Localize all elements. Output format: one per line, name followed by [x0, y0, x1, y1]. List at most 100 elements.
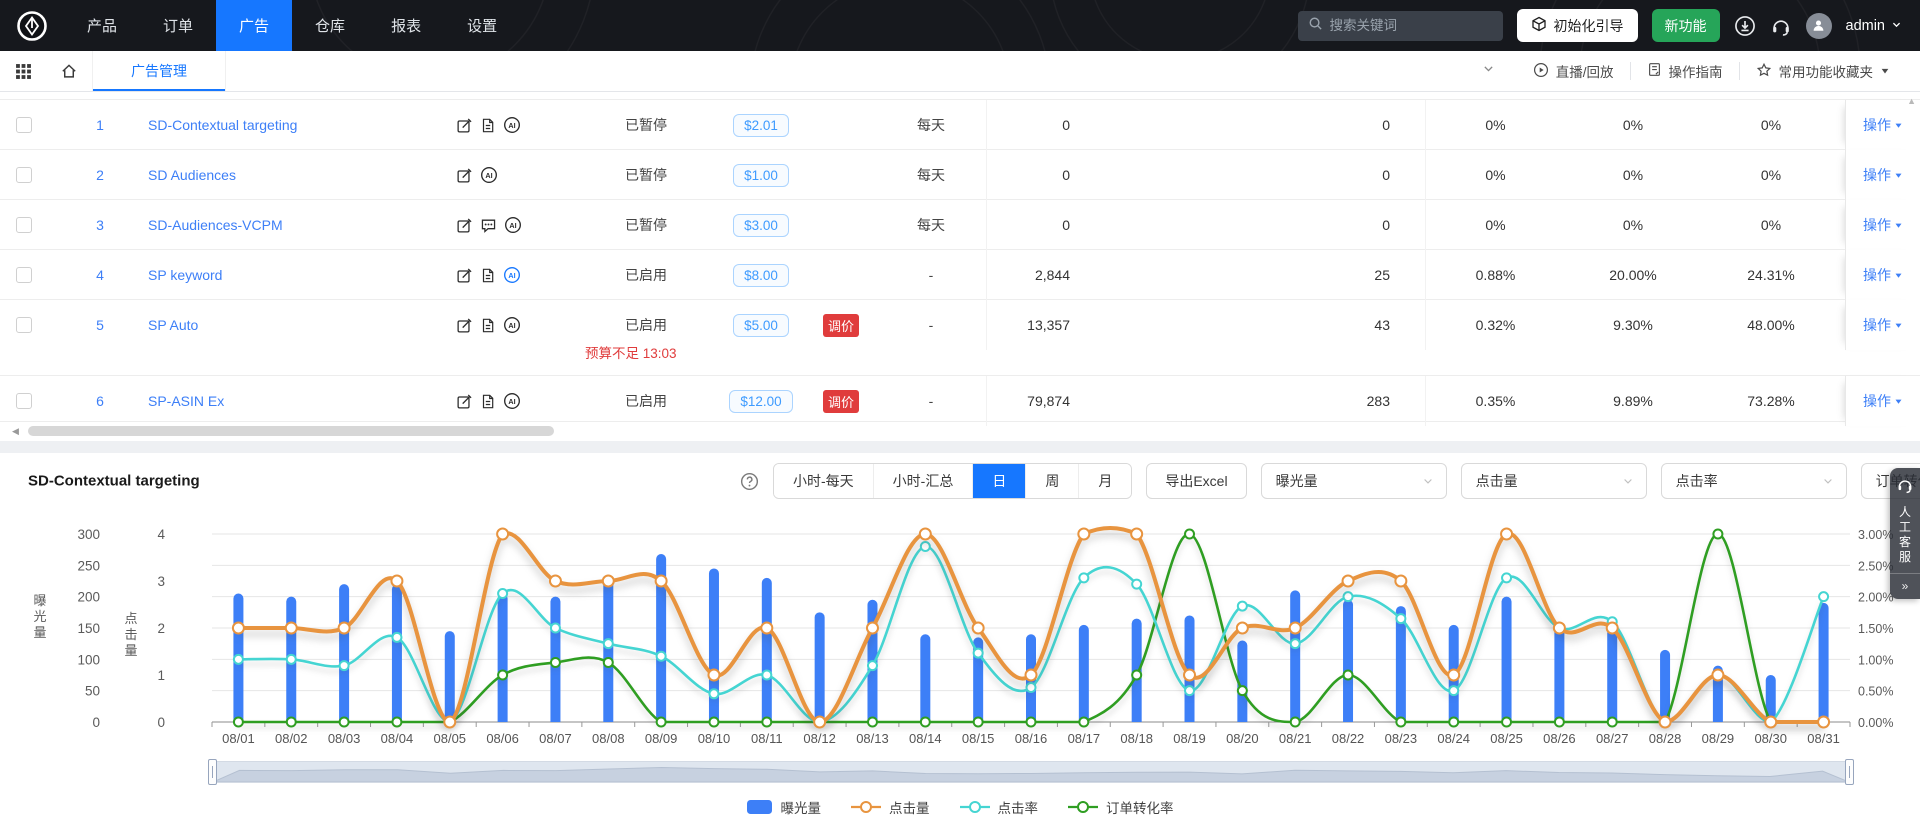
row-number[interactable]: 6 — [64, 376, 136, 426]
favorites-link[interactable]: 常用功能收藏夹 — [1740, 61, 1907, 81]
datazoom-slider[interactable] — [208, 759, 1854, 785]
edit-icon[interactable] — [456, 317, 473, 334]
metric-select-3[interactable]: 点击率 — [1660, 463, 1847, 499]
global-search[interactable] — [1297, 10, 1503, 41]
legend-item-2[interactable]: 点击率 — [959, 797, 1038, 817]
campaign-name-link[interactable]: SD Audiences — [136, 150, 456, 200]
metric-select-2[interactable]: 点击量 — [1460, 463, 1647, 499]
datazoom-right-handle[interactable] — [1845, 759, 1854, 785]
headset-icon[interactable] — [1770, 15, 1792, 37]
expand-icon[interactable]: » — [1890, 573, 1920, 593]
row-checkbox[interactable] — [16, 167, 32, 183]
collapse-chevron-icon[interactable] — [1476, 62, 1517, 80]
campaign-name-link[interactable]: SP keyword — [136, 250, 456, 300]
home-icon[interactable] — [46, 51, 92, 91]
campaign-name-link[interactable]: SD-Audiences-VCPM — [136, 200, 456, 250]
table-row: 3 SD-Audiences-VCPM AI 已暂停 $3.00 每天 0 0 … — [0, 200, 1920, 250]
table-row: 4 SP keyword AI 已启用 $8.00 - 2,844 25 0.8… — [0, 250, 1920, 300]
bid-price-button[interactable]: $2.01 — [733, 113, 789, 137]
campaign-name-link[interactable]: SP Auto — [136, 300, 456, 350]
campaign-name-link[interactable]: SP-ASIN Ex — [136, 376, 456, 426]
bid-price-button[interactable]: $3.00 — [733, 213, 789, 237]
svg-text:AI: AI — [509, 221, 516, 230]
message-icon[interactable] — [480, 217, 497, 234]
document-icon[interactable] — [480, 117, 496, 134]
new-feature-button[interactable]: 新功能 — [1651, 9, 1720, 42]
document-icon[interactable] — [480, 393, 496, 410]
tab-ad-management[interactable]: 广告管理 — [92, 51, 226, 91]
edit-icon[interactable] — [456, 167, 473, 184]
ai-icon[interactable]: AI — [503, 392, 521, 410]
document-icon[interactable] — [480, 317, 496, 334]
range-button-4[interactable]: 月 — [1078, 464, 1132, 498]
campaign-name-link[interactable]: SD-Contextual targeting — [136, 100, 456, 150]
datazoom-left-handle[interactable] — [208, 759, 217, 785]
help-icon[interactable] — [740, 472, 759, 491]
search-input[interactable] — [1329, 18, 1480, 33]
download-icon[interactable] — [1734, 15, 1756, 37]
document-icon[interactable] — [480, 267, 496, 284]
svg-text:08/08: 08/08 — [592, 731, 625, 746]
edit-icon[interactable] — [456, 117, 473, 134]
row-checkbox[interactable] — [16, 317, 32, 333]
ai-icon[interactable]: AI — [503, 316, 521, 334]
row-number[interactable]: 2 — [64, 150, 136, 200]
row-operation-link[interactable]: 操作 — [1845, 376, 1920, 426]
row-number[interactable]: 1 — [64, 100, 136, 150]
ai-icon[interactable]: AI — [504, 216, 522, 234]
row-checkbox[interactable] — [16, 117, 32, 133]
bid-price-button[interactable]: $8.00 — [733, 263, 789, 287]
range-button-0[interactable]: 小时-每天 — [774, 464, 873, 498]
screen: 产品订单广告仓库报表设置 初始化引导 新功能 — [0, 0, 1920, 837]
scroll-up-arrow-icon[interactable]: ▲ — [1907, 96, 1916, 106]
row-operation-link[interactable]: 操作 — [1845, 100, 1920, 150]
edit-icon[interactable] — [456, 393, 473, 410]
row-checkbox[interactable] — [16, 217, 32, 233]
app-logo[interactable] — [0, 0, 64, 51]
user-menu[interactable]: admin — [1846, 18, 1903, 34]
guide-link[interactable]: 操作指南 — [1631, 61, 1739, 81]
edit-icon[interactable] — [456, 267, 473, 284]
row-number[interactable]: 5 — [64, 300, 136, 350]
range-button-3[interactable]: 周 — [1025, 464, 1079, 498]
apps-grid-icon[interactable] — [0, 51, 46, 91]
ai-icon[interactable]: AI — [503, 116, 521, 134]
row-checkbox[interactable] — [16, 393, 32, 409]
customer-service-widget[interactable]: 人工客服 » — [1890, 468, 1920, 599]
export-excel-button[interactable]: 导出Excel — [1146, 463, 1247, 499]
star-icon — [1756, 62, 1772, 81]
scroll-left-arrow-icon[interactable]: ◀ — [12, 426, 19, 436]
metric-select-1[interactable]: 曝光量 — [1260, 463, 1447, 499]
bid-price-button[interactable]: $5.00 — [733, 313, 789, 337]
nav-item-4[interactable]: 报表 — [368, 0, 444, 51]
badge-cell — [806, 150, 876, 200]
nav-item-3[interactable]: 仓库 — [292, 0, 368, 51]
impressions-value: 79,874 — [986, 376, 1076, 426]
row-number[interactable]: 3 — [64, 200, 136, 250]
row-operation-link[interactable]: 操作 — [1845, 300, 1920, 350]
ai-icon[interactable]: AI — [503, 266, 521, 284]
svg-text:08/25: 08/25 — [1490, 731, 1523, 746]
row-operation-link[interactable]: 操作 — [1845, 200, 1920, 250]
user-avatar[interactable] — [1805, 12, 1832, 39]
row-operation-link[interactable]: 操作 — [1845, 250, 1920, 300]
horizontal-scroll-thumb[interactable] — [28, 426, 554, 436]
row-number[interactable]: 4 — [64, 250, 136, 300]
edit-icon[interactable] — [456, 217, 473, 234]
legend-item-1[interactable]: 点击量 — [851, 797, 930, 817]
nav-item-5[interactable]: 设置 — [444, 0, 520, 51]
row-operation-link[interactable]: 操作 — [1845, 150, 1920, 200]
live-replay-link[interactable]: 直播/回放 — [1517, 61, 1630, 81]
bid-price-button[interactable]: $1.00 — [733, 163, 789, 187]
range-button-2[interactable]: 日 — [972, 464, 1026, 498]
bid-price-button[interactable]: $12.00 — [729, 389, 793, 413]
nav-item-2[interactable]: 广告 — [216, 0, 293, 51]
nav-item-1[interactable]: 订单 — [140, 0, 216, 51]
init-guide-button[interactable]: 初始化引导 — [1516, 9, 1638, 42]
legend-item-3[interactable]: 订单转化率 — [1068, 797, 1174, 817]
ai-icon[interactable]: AI — [480, 166, 498, 184]
legend-item-0[interactable]: 曝光量 — [746, 797, 821, 817]
row-checkbox[interactable] — [16, 267, 32, 283]
nav-item-0[interactable]: 产品 — [64, 0, 140, 51]
range-button-1[interactable]: 小时-汇总 — [872, 464, 973, 498]
